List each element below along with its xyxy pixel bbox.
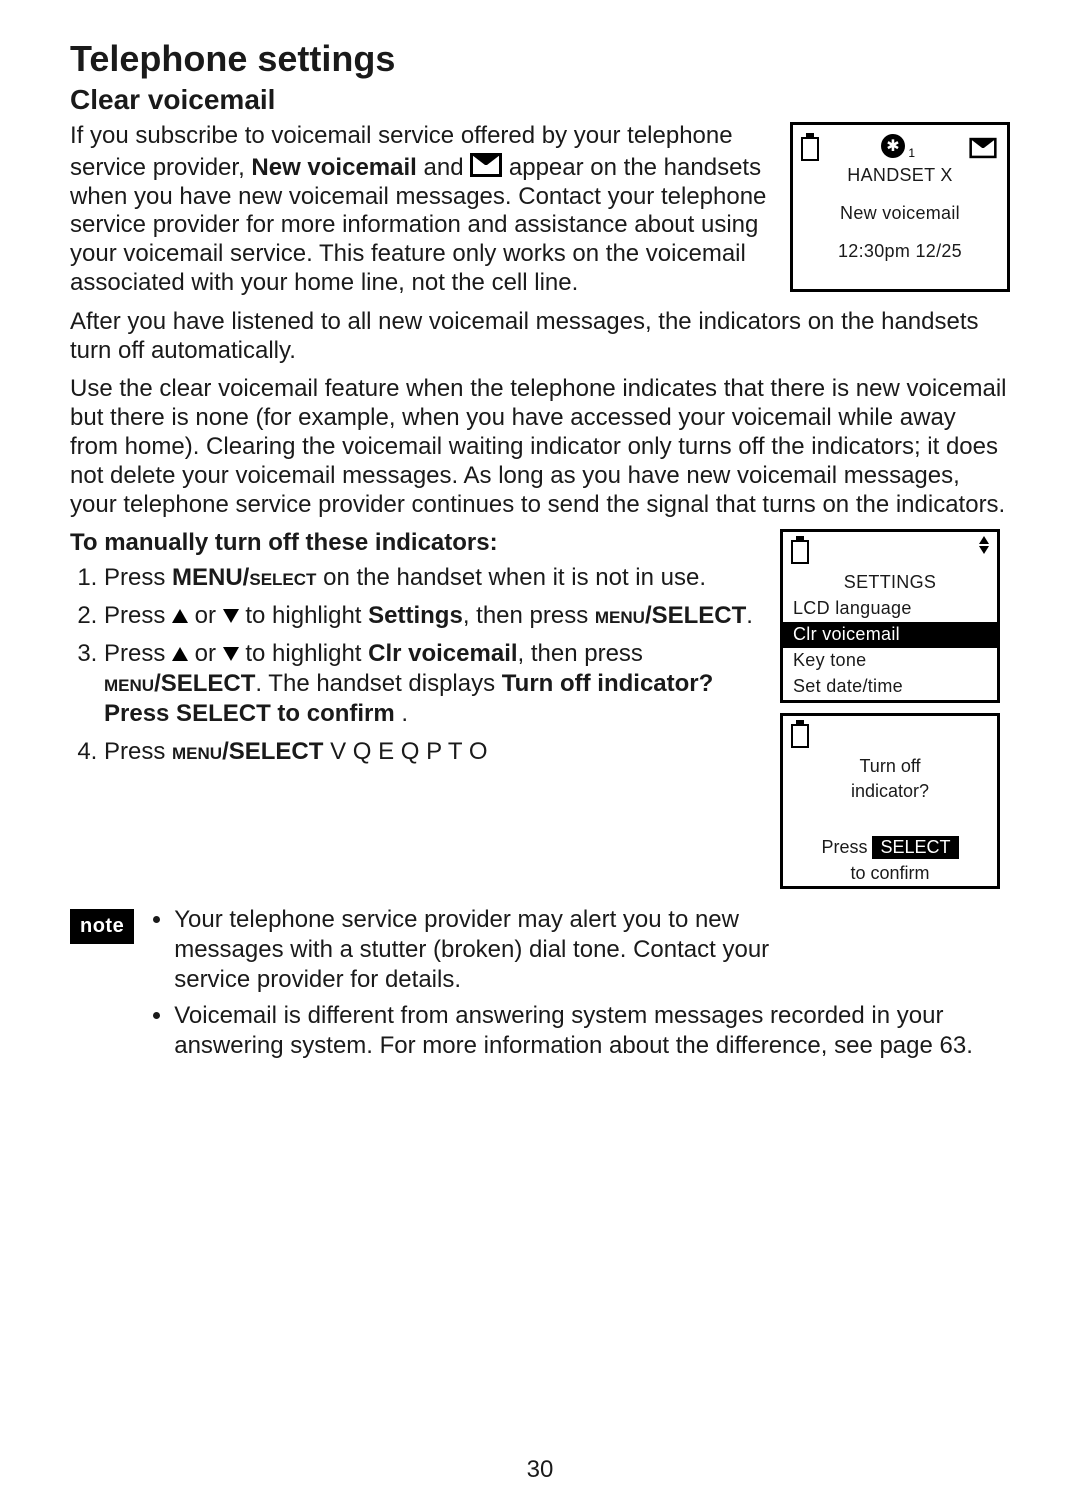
note-item: Your telephone service provider may aler… [174,905,784,995]
steps-list: Press MENU/select on the handset when it… [76,563,762,767]
intro-paragraph-2: After you have listened to all new voice… [70,308,1010,366]
settings-title: SETTINGS [783,570,997,596]
settings-item: LCD language [783,596,997,622]
step-2: Press or to highlight Settings, then pre… [104,601,762,631]
envelope-icon [969,138,996,158]
steps-heading: To manually turn off these indicators: [70,529,762,557]
screen-handset-label: HANDSET X [793,163,1007,189]
battery-icon [791,536,809,562]
step-4: Press menu/SELECT V Q E Q P T O [104,737,762,767]
settings-item: Key tone [783,648,997,674]
settings-item-selected: Clr voicemail [783,622,997,648]
envelope-icon [470,153,502,177]
confirm-line-2: indicator? [783,779,997,804]
note-item: Voicemail is different from answering sy… [174,1001,1010,1061]
handset-screen-settings: SETTINGS LCD language Clr voicemail Key … [780,529,1000,703]
step-1: Press MENU/select on the handset when it… [104,563,762,593]
up-down-arrow-icon [979,536,989,554]
handset-screen-confirm: Turn off indicator? Press SELECT to conf… [780,713,1000,889]
section-heading: Clear voicemail [70,84,1010,116]
note-label: note [70,909,134,944]
confirm-to-confirm: to confirm [783,861,997,886]
down-arrow-icon [223,609,239,623]
screen-status: New voicemail [793,201,1007,227]
up-arrow-icon [172,647,188,661]
confirm-press: Press SELECT [783,834,997,861]
down-arrow-icon [223,647,239,661]
handset-screen-voicemail: ✱ HANDSET X New voicemail 12:30pm 12/25 [790,122,1010,292]
note-block: note Your telephone service provider may… [70,905,1010,1067]
up-arrow-icon [172,609,188,623]
battery-icon [791,720,809,746]
intro-p1b: and [424,154,471,181]
intro-new-voicemail: New voicemail [251,154,416,181]
page-number: 30 [0,1456,1080,1484]
screen-datetime: 12:30pm 12/25 [793,239,1007,265]
step-3: Press or to highlight Clr voicemail, the… [104,639,762,729]
settings-item: Set date/time [783,674,997,700]
select-softkey: SELECT [872,836,958,859]
confirm-line-1: Turn off [783,754,997,779]
intro-paragraph-1: If you subscribe to voicemail service of… [70,122,772,298]
bluetooth-icon: ✱ [881,134,905,158]
intro-paragraph-3: Use the clear voicemail feature when the… [70,375,1010,519]
battery-icon [801,133,819,159]
page-title: Telephone settings [70,38,1010,80]
